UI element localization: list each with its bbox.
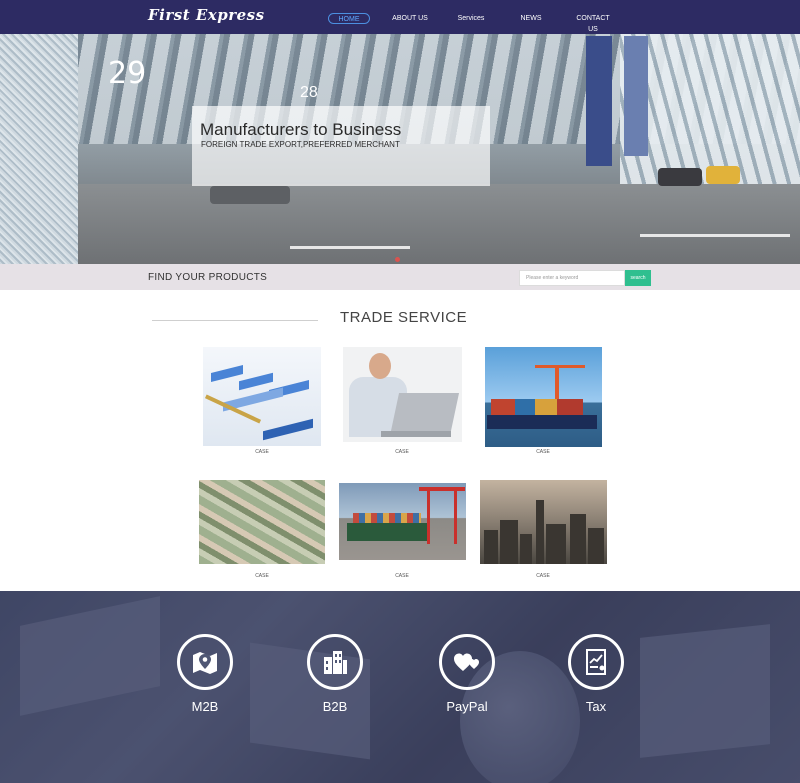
feature-m2b-label: M2B: [191, 699, 219, 714]
cargo-ship-image[interactable]: [485, 347, 602, 447]
container-stack: [515, 399, 535, 415]
case-label[interactable]: CASE: [523, 449, 563, 455]
nav-about-us[interactable]: ABOUT US: [392, 13, 428, 24]
charts-image[interactable]: [203, 347, 321, 446]
road-marking: [290, 246, 410, 249]
nav-contact-us[interactable]: CONTACT US: [572, 13, 614, 33]
car: [210, 186, 290, 204]
search-strip: [0, 264, 800, 290]
buildings-icon: [324, 651, 347, 674]
businessman-laptop-image[interactable]: [343, 347, 462, 442]
laptop: [390, 393, 460, 431]
case-label[interactable]: CASE: [382, 573, 422, 579]
road-marking: [640, 234, 790, 237]
terminal-sign-board: [624, 36, 648, 156]
search-input[interactable]: Please enter a keyword: [519, 270, 625, 286]
nav-home[interactable]: HOME: [328, 13, 370, 24]
chart-bar: [239, 372, 273, 391]
building: [520, 534, 532, 564]
case-label[interactable]: CASE: [242, 449, 282, 455]
nav-news[interactable]: NEWS: [520, 13, 542, 24]
building: [588, 528, 604, 564]
feature-paypal-button[interactable]: [439, 634, 495, 690]
document-chart-icon: [586, 649, 606, 675]
map-pin-icon: [193, 652, 217, 674]
slider-indicator-dot[interactable]: [395, 257, 400, 262]
hero-road: [78, 184, 800, 264]
chart-bar: [211, 365, 243, 382]
person-head: [369, 353, 391, 379]
laptop-base: [381, 431, 451, 437]
case-label[interactable]: CASE: [242, 573, 282, 579]
building: [484, 530, 498, 564]
building: [500, 520, 518, 564]
feature-tax-label: Tax: [585, 699, 607, 714]
hero-subtitle: FOREIGN TRADE EXPORT,PREFERRED MERCHANT: [201, 140, 400, 149]
building: [570, 514, 586, 564]
site-logo[interactable]: First Express: [148, 6, 265, 24]
band-overlay: [0, 591, 800, 783]
case-label[interactable]: CASE: [382, 449, 422, 455]
port-crane-image[interactable]: [339, 483, 466, 560]
feature-paypal-label: PayPal: [446, 699, 488, 714]
hero-title: Manufacturers to Business: [200, 120, 402, 139]
gate-number-left: 29: [108, 56, 147, 91]
building: [536, 500, 544, 564]
city-skyline-image[interactable]: [480, 480, 607, 564]
gate-number-right: 28: [300, 84, 318, 101]
car: [706, 166, 740, 184]
nav-services[interactable]: Services: [456, 13, 486, 24]
hero-glass-texture: [0, 34, 78, 264]
feature-b2b-label: B2B: [322, 699, 348, 714]
ship-hull: [487, 415, 597, 429]
terminal-sign-board: [586, 36, 612, 166]
container-stack: [535, 399, 557, 415]
hearts-icon: [454, 653, 479, 671]
feature-m2b-button[interactable]: [177, 634, 233, 690]
feature-tax-button[interactable]: [568, 634, 624, 690]
crane: [427, 489, 457, 544]
money-image[interactable]: [199, 480, 325, 564]
car: [658, 168, 702, 186]
ship-cargo: [353, 513, 421, 523]
chart-bar: [263, 418, 313, 441]
search-button[interactable]: search: [625, 270, 651, 286]
container-stack: [557, 399, 583, 415]
feature-b2b-button[interactable]: [307, 634, 363, 690]
building: [546, 524, 566, 564]
crane-arm: [535, 365, 585, 368]
feature-band: [0, 591, 800, 783]
top-navigation-bar: First Express HOME ABOUT US Services NEW…: [0, 0, 800, 34]
container-stack: [491, 399, 515, 415]
case-label[interactable]: CASE: [523, 573, 563, 579]
section-title: TRADE SERVICE: [340, 309, 468, 326]
find-products-label: FIND YOUR PRODUCTS: [148, 272, 268, 283]
ship-hull: [347, 523, 427, 541]
section-divider: [152, 320, 318, 321]
